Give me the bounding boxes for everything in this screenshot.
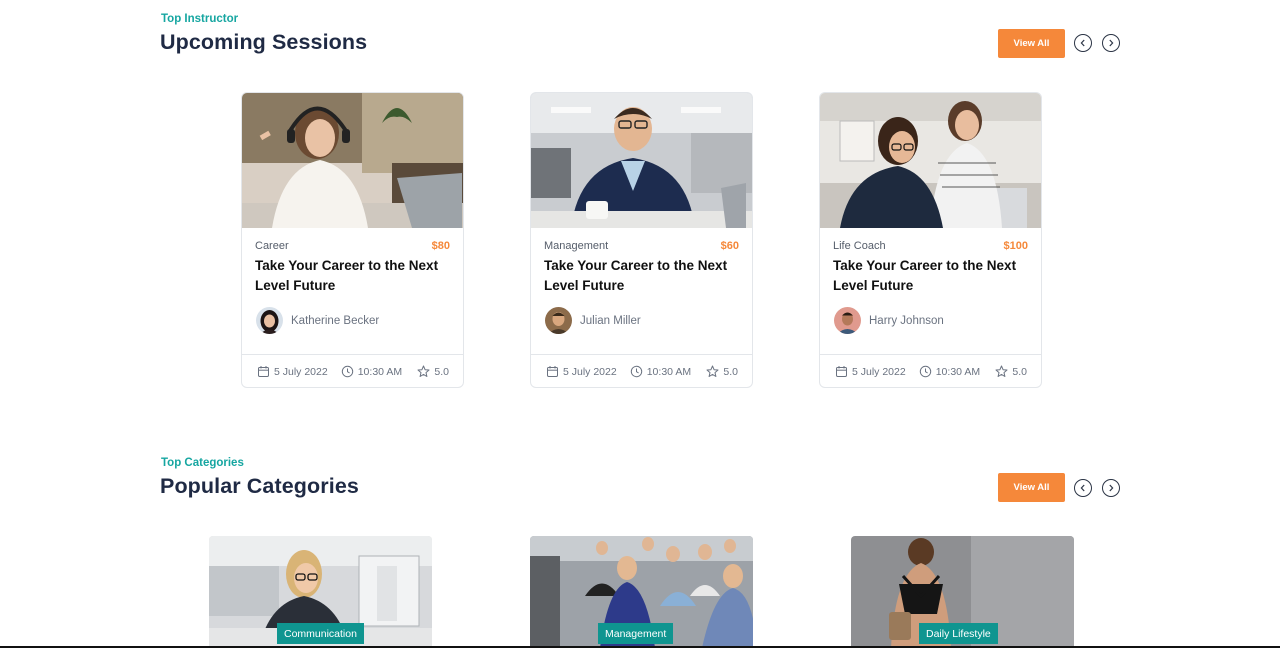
sessions-eyebrow: Top Instructor [161,13,239,25]
upcoming-sessions-section: Top Instructor Upcoming Sessions View Al… [0,0,1280,420]
session-image [531,93,752,228]
avatar [834,307,861,334]
session-price: $100 [1003,240,1028,252]
categories-view-all-button[interactable]: View All [998,473,1065,502]
date-text: 5 July 2022 [274,365,328,378]
category-card-communication[interactable]: Communication [209,536,432,648]
sessions-view-all-button[interactable]: View All [998,29,1065,58]
session-category: Management [544,240,609,252]
date-text: 5 July 2022 [563,365,617,378]
sessions-prev-button[interactable] [1074,34,1092,52]
category-card-management[interactable]: Management [530,536,753,648]
clock-icon [919,365,931,378]
categories-heading: Popular Categories [160,474,359,498]
session-meta: 5 July 2022 10:30 AM 5.0 [820,354,1041,387]
session-author[interactable]: Julian Miller [545,307,641,334]
session-author[interactable]: Katherine Becker [256,307,379,334]
categories-eyebrow: Top Categories [161,457,244,469]
chevron-left-icon [1080,39,1085,47]
session-image [242,93,463,228]
clock-icon [630,365,642,378]
session-title[interactable]: Take Your Career to the Next Level Futur… [544,256,744,295]
sessions-heading: Upcoming Sessions [160,30,368,54]
session-author[interactable]: Harry Johnson [834,307,944,334]
category-label: Daily Lifestyle [919,623,998,644]
star-icon [995,365,1008,377]
session-rating: 5.0 [706,365,738,378]
avatar [545,307,572,334]
session-meta: 5 July 2022 10:30 AM 5.0 [531,354,752,387]
time-text: 10:30 AM [646,365,692,378]
categories-prev-button[interactable] [1074,479,1092,497]
session-rating: 5.0 [995,365,1027,378]
calendar-icon [836,366,847,377]
session-price: $80 [431,240,450,252]
session-price: $60 [720,240,739,252]
chevron-left-icon [1080,484,1085,492]
rating-text: 5.0 [1012,365,1027,378]
calendar-icon [547,366,558,377]
session-date: 5 July 2022 [257,365,328,378]
avatar [256,307,283,334]
session-image [820,93,1041,228]
star-icon [706,365,719,377]
session-card[interactable]: Management $60 Take Your Career to the N… [530,92,753,388]
star-icon [417,365,430,377]
categories-next-button[interactable] [1102,479,1120,497]
session-time: 10:30 AM [630,365,691,378]
session-card[interactable]: Life Coach $100 Take Your Career to the … [819,92,1042,388]
date-text: 5 July 2022 [852,365,906,378]
time-text: 10:30 AM [357,365,403,378]
author-name: Harry Johnson [869,314,944,327]
category-card-daily-lifestyle[interactable]: Daily Lifestyle [851,536,1074,648]
session-meta: 5 July 2022 10:30 AM 5.0 [242,354,463,387]
clock-icon [341,365,353,378]
chevron-right-icon [1109,39,1114,47]
author-name: Julian Miller [580,314,641,327]
category-label: Communication [277,623,364,644]
session-title[interactable]: Take Your Career to the Next Level Futur… [833,256,1033,295]
session-date: 5 July 2022 [835,365,906,378]
session-category: Life Coach [833,240,886,252]
calendar-icon [258,366,269,377]
session-category: Career [255,240,289,252]
category-label: Management [598,623,674,644]
rating-text: 5.0 [723,365,738,378]
time-text: 10:30 AM [935,365,981,378]
session-date: 5 July 2022 [546,365,617,378]
popular-categories-section: Top Categories Popular Categories View A… [0,444,1280,648]
chevron-right-icon [1109,484,1114,492]
session-card[interactable]: Career $80 Take Your Career to the Next … [241,92,464,388]
session-time: 10:30 AM [919,365,980,378]
sessions-next-button[interactable] [1102,34,1120,52]
session-rating: 5.0 [417,365,449,378]
rating-text: 5.0 [434,365,449,378]
session-title[interactable]: Take Your Career to the Next Level Futur… [255,256,455,295]
session-time: 10:30 AM [341,365,402,378]
author-name: Katherine Becker [291,314,380,327]
